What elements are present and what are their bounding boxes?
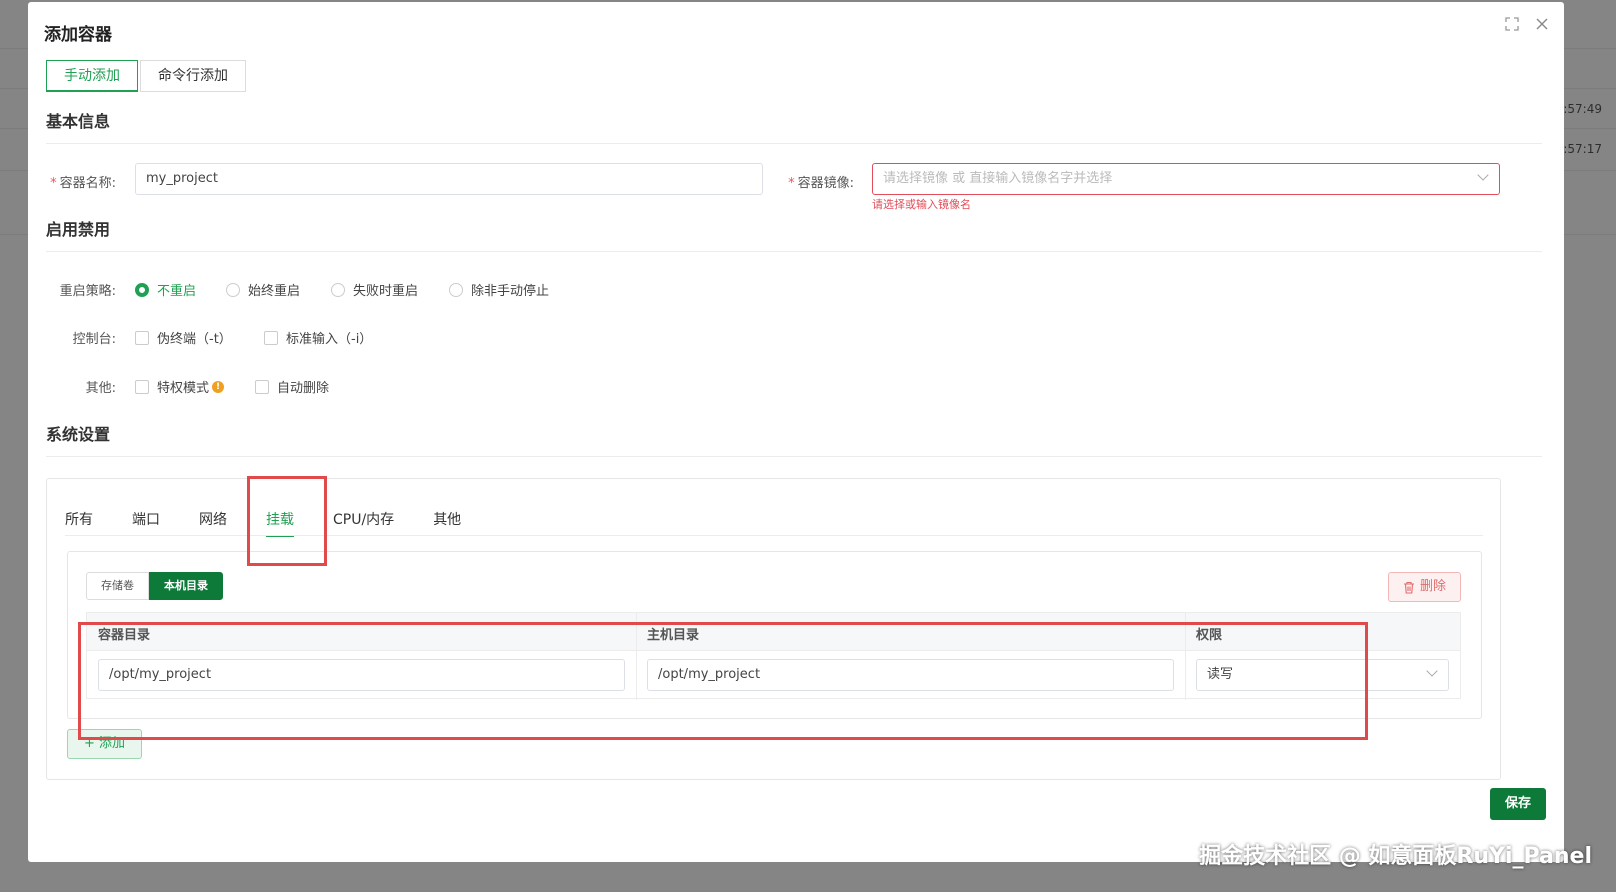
restart-policy-label: 重启策略:: [59, 284, 116, 299]
radio-unchecked: [331, 282, 345, 297]
radio-unchecked: [449, 282, 463, 297]
radio-no-restart[interactable]: 不重启: [135, 280, 196, 299]
save-button[interactable]: 保存: [1489, 788, 1546, 820]
container-image-error: 请选择或输入镜像名: [872, 198, 971, 211]
close-icon[interactable]: [1534, 16, 1550, 32]
section-title-enable: 启用禁用: [46, 220, 111, 239]
tab-cpu-memory[interactable]: CPU/内存: [333, 509, 394, 537]
add-mount-button[interactable]: + 添加: [67, 729, 143, 759]
radio-checked: [135, 282, 149, 297]
fullscreen-icon[interactable]: [1504, 16, 1520, 32]
delete-label: 删除: [1419, 579, 1446, 594]
container-image-placeholder: 请选择镜像 或 直接输入镜像名字并选择: [883, 171, 1113, 186]
dialog-title: 添加容器: [44, 25, 112, 45]
section-divider: [46, 456, 1542, 457]
container-dir-input[interactable]: /opt/my_project: [98, 659, 625, 691]
checkbox-box: [255, 379, 269, 394]
tab-all[interactable]: 所有: [65, 509, 93, 537]
container-image-label: * 容器镜像:: [788, 176, 854, 191]
trash-icon: [1403, 581, 1414, 594]
checkbox-box: [135, 330, 149, 345]
tab-ports[interactable]: 端口: [132, 509, 160, 537]
checkbox-box: [135, 379, 149, 394]
mount-settings-box: 存储卷 本机目录 删除 容器目录 主机目录 权限 /opt/my_project…: [67, 551, 1482, 719]
mount-table: 容器目录 主机目录 权限 /opt/my_project /opt/my_pro…: [86, 612, 1461, 700]
container-name-label: * 容器名称:: [50, 176, 116, 191]
warning-icon[interactable]: !: [212, 380, 225, 393]
system-settings-panel: 所有 端口 网络 挂载 CPU/内存 其他 存储卷 本机目录 删除 容器目录 主…: [46, 478, 1501, 780]
checkbox-stdin[interactable]: 标准输入（-i）: [264, 328, 372, 347]
checkbox-privileged[interactable]: 特权模式!: [135, 377, 225, 396]
section-divider: [46, 251, 1542, 252]
mount-type-switch: 存储卷 本机目录: [86, 572, 223, 600]
tab-network[interactable]: 网络: [199, 509, 227, 537]
checkbox-auto-remove[interactable]: 自动删除: [255, 377, 329, 396]
delete-button[interactable]: 删除: [1387, 572, 1461, 602]
checkbox-box: [264, 330, 278, 345]
tab-mount[interactable]: 挂载: [266, 509, 294, 537]
tabs-divider: [65, 535, 1483, 536]
container-name-input[interactable]: my_project: [135, 163, 763, 195]
system-tabs: 所有 端口 网络 挂载 CPU/内存 其他: [65, 509, 500, 537]
section-divider: [46, 143, 1542, 144]
segment-host-dir[interactable]: 本机目录: [149, 572, 223, 600]
radio-always-restart[interactable]: 始终重启: [226, 280, 300, 299]
mode-tabs: 手动添加 命令行添加: [46, 60, 246, 92]
permission-value: 读写: [1207, 667, 1234, 682]
console-label: 控制台:: [72, 332, 116, 347]
column-divider: [636, 613, 637, 700]
column-divider: [1185, 613, 1186, 700]
add-container-dialog: 添加容器 手动添加 命令行添加 基本信息 * 容器名称: my_project *…: [28, 2, 1564, 862]
radio-unless-stopped[interactable]: 除非手动停止: [449, 280, 549, 299]
dialog-controls: [1504, 16, 1550, 32]
chevron-down-icon: [1426, 665, 1438, 677]
host-dir-input[interactable]: /opt/my_project: [647, 659, 1174, 691]
column-header-permission: 权限: [1196, 628, 1223, 643]
tab-command-add[interactable]: 命令行添加: [140, 60, 246, 92]
permission-select[interactable]: 读写: [1196, 659, 1449, 691]
other-label: 其他:: [85, 381, 116, 396]
container-image-select[interactable]: 请选择镜像 或 直接输入镜像名字并选择: [872, 163, 1500, 195]
radio-unchecked: [226, 282, 240, 297]
chevron-down-icon: [1477, 169, 1489, 181]
mount-table-header: 容器目录 主机目录 权限: [87, 613, 1460, 651]
radio-restart-on-failure[interactable]: 失败时重启: [331, 280, 418, 299]
column-header-container-dir: 容器目录: [98, 628, 151, 643]
segment-volume[interactable]: 存储卷: [86, 572, 149, 600]
tab-other[interactable]: 其他: [433, 509, 461, 537]
section-title-system: 系统设置: [46, 425, 111, 444]
column-header-host-dir: 主机目录: [647, 628, 700, 643]
watermark: 掘金技术社区 @ 如意面板RuYi_Panel: [1199, 844, 1592, 869]
section-title-basic: 基本信息: [46, 112, 111, 131]
checkbox-pseudo-tty[interactable]: 伪终端（-t）: [135, 328, 232, 347]
tab-manual-add[interactable]: 手动添加: [46, 60, 138, 92]
